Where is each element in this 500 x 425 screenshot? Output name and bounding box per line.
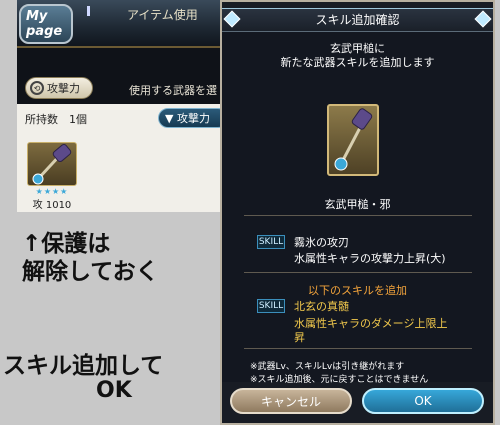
add-skill-heading: 以下のスキルを追加 (308, 284, 407, 297)
weapon-grid: ★★★★ 攻 1010 (17, 132, 220, 212)
skill-add-dialog: スキル追加確認 玄武甲槌に 新たな武器スキルを追加します 玄武甲槌・邪 SKIL… (220, 0, 495, 425)
new-skill-description-cont: 昇 (294, 331, 305, 344)
possession-count: 所持数 1個 (25, 113, 87, 126)
current-skill-description: 水属性キャラの攻撃力上昇(大) (294, 252, 446, 265)
ok-button[interactable]: OK (362, 388, 484, 414)
dialog-header: スキル追加確認 (222, 8, 493, 32)
skill-tag: SKILL (257, 299, 285, 313)
rarity-stars: ★★★★ (35, 187, 69, 196)
mypage-button[interactable]: My page (19, 4, 73, 44)
sparkle-icon (87, 6, 90, 16)
weapon-hammer-icon (27, 142, 77, 186)
top-bar: My page アイテム使用 (17, 0, 220, 48)
skill-tag: SKILL (257, 235, 285, 249)
swap-icon: ⟲ (30, 81, 44, 95)
dialog-title: スキル追加確認 (315, 13, 400, 27)
attack-filter-chip[interactable]: ⟲ 攻撃力 (25, 77, 93, 99)
intro-text-line2: 新たな武器スキルを追加します (280, 56, 435, 69)
new-skill-name: 北玄の真髄 (294, 300, 349, 313)
weapon-attack-value: 攻 1010 (32, 200, 72, 211)
screen-title: アイテム使用 (127, 8, 198, 22)
annotation-ok-cont: OK (96, 378, 132, 403)
weapon-card[interactable]: ★★★★ 攻 1010 (27, 142, 77, 211)
divider (244, 215, 472, 216)
weapon-prompt: 使用する武器を選 (129, 84, 217, 97)
note-line: ※武器Lv、スキルLvは引き継がれます (250, 362, 405, 372)
divider (244, 272, 472, 273)
item-use-screen: My page アイテム使用 ⟲ 攻撃力 使用する武器を選 所持数 1個 ▼ 攻… (17, 0, 220, 212)
weapon-name: 玄武甲槌・邪 (324, 198, 391, 211)
attack-chip-label: 攻撃力 (47, 82, 80, 95)
count-row: 所持数 1個 ▼ 攻撃力 (17, 104, 220, 132)
sort-button[interactable]: ▼ 攻撃力 (158, 108, 220, 128)
new-skill-description: 水属性キャラのダメージ上限上 (294, 317, 448, 330)
weapon-hammer-icon (327, 104, 379, 176)
current-skill-name: 霧氷の攻刃 (294, 236, 349, 249)
annotation-ok: スキル追加して (3, 353, 164, 379)
cancel-button[interactable]: キャンセル (230, 388, 352, 414)
divider (244, 348, 472, 349)
toolbar: ⟲ 攻撃力 使用する武器を選 (17, 72, 220, 102)
annotation-protect-cont: 解除しておく (22, 259, 159, 285)
note-line: ※スキル追加後、元に戻すことはできません (250, 375, 429, 385)
dialog-body: 玄武甲槌に 新たな武器スキルを追加します 玄武甲槌・邪 SKILL 霧氷の攻刃 … (222, 32, 493, 385)
